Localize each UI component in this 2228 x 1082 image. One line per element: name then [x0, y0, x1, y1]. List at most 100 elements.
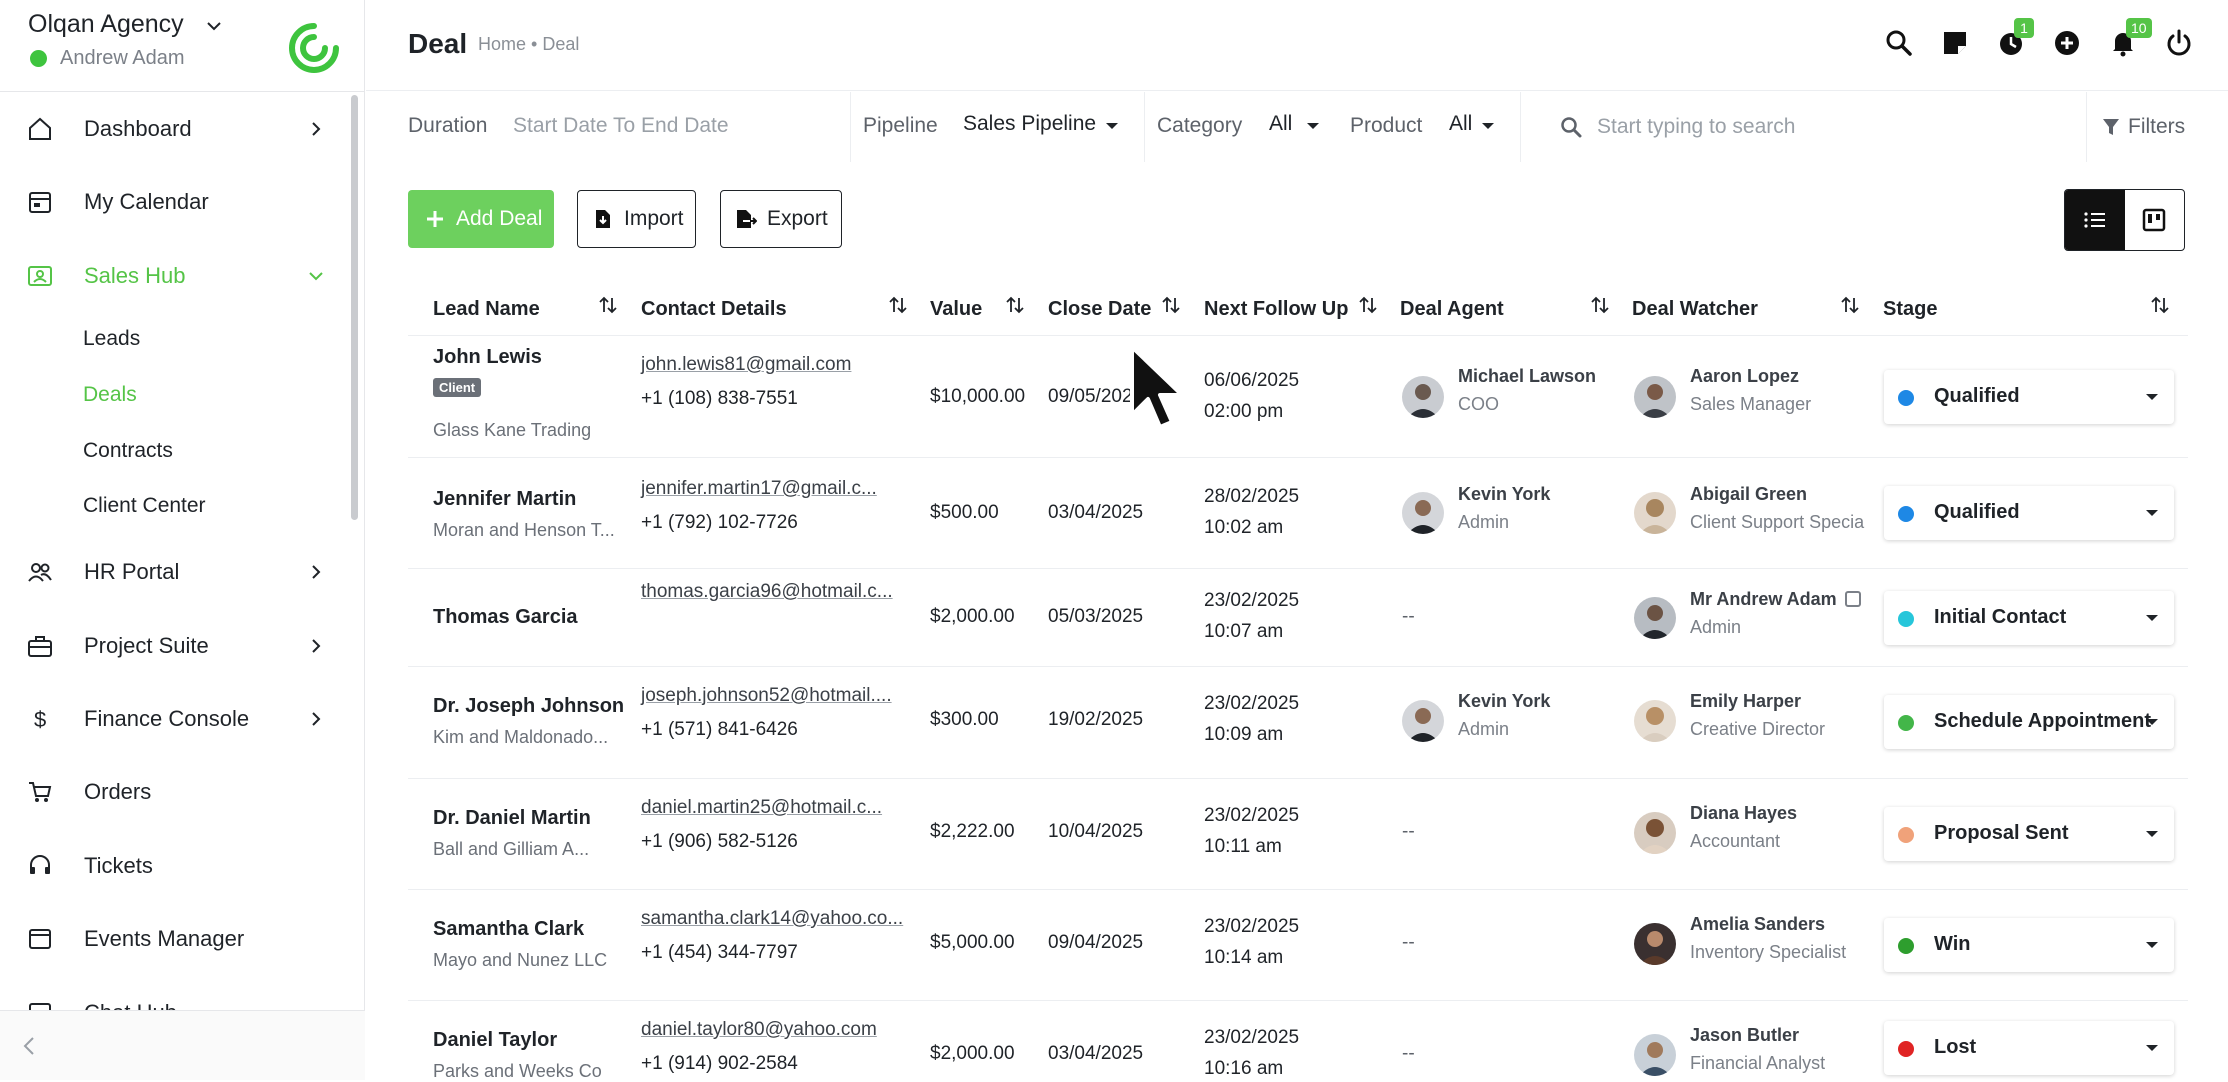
stage-color-dot — [1898, 827, 1914, 843]
stage-select[interactable]: Proposal Sent — [1884, 807, 2174, 861]
stage-select[interactable]: Lost — [1884, 1021, 2174, 1075]
column-header-close-date[interactable]: Close Date — [1048, 298, 1151, 321]
column-header-deal-agent[interactable]: Deal Agent — [1400, 298, 1504, 321]
sort-icon[interactable] — [1840, 294, 1860, 316]
contact-email[interactable]: john.lewis81@gmail.com — [641, 354, 851, 376]
sidebar-item-tickets[interactable]: Tickets — [0, 841, 345, 891]
filters-button-label: Filters — [2128, 115, 2186, 138]
sort-icon[interactable] — [1590, 294, 1610, 316]
lead-name[interactable]: Samantha Clark — [433, 918, 584, 941]
chevron-down-icon[interactable] — [204, 16, 224, 36]
stage-value: Qualified — [1934, 385, 2020, 407]
sort-icon[interactable] — [2150, 294, 2170, 316]
watcher-role: Sales Manager — [1690, 394, 1812, 414]
list-view-button[interactable] — [2065, 190, 2125, 250]
filters-button[interactable]: Filters — [2102, 110, 2185, 144]
collapse-sidebar-icon[interactable] — [18, 1033, 40, 1059]
stage-color-dot — [1898, 506, 1914, 522]
table-row[interactable]: Dr. Joseph Johnson Kim and Maldonado... … — [408, 667, 2188, 779]
follow-up-time: 10:14 am — [1204, 947, 1284, 968]
lead-name[interactable]: John Lewis — [433, 346, 542, 369]
contact-email[interactable]: samantha.clark14@yahoo.co... — [641, 908, 903, 930]
column-header-value[interactable]: Value — [930, 298, 982, 321]
headset-icon — [30, 855, 50, 874]
sort-icon[interactable] — [1161, 294, 1181, 316]
pipeline-select[interactable]: Sales Pipeline — [963, 112, 1096, 136]
contact-email[interactable]: thomas.garcia96@hotmail.c... — [641, 581, 893, 603]
stage-value: Lost — [1934, 1036, 1977, 1058]
caret-down-icon[interactable] — [1106, 123, 1118, 129]
column-header-deal-watcher[interactable]: Deal Watcher — [1632, 298, 1758, 321]
sidebar-scroll-thumb[interactable] — [351, 95, 358, 520]
table-row[interactable]: John Lewis Client Glass Kane Trading joh… — [408, 336, 2188, 458]
caret-down-icon[interactable] — [1482, 123, 1494, 129]
sticky-note-icon[interactable] — [1940, 28, 1970, 58]
sidebar-item-calendar[interactable]: My Calendar — [0, 177, 345, 227]
follow-up-time: 10:11 am — [1204, 836, 1282, 857]
sidebar-item-events-manager[interactable]: Events Manager — [0, 914, 345, 964]
sidebar-subitem-contracts[interactable]: Contracts — [83, 439, 173, 463]
column-header-next-follow-up[interactable]: Next Follow Up — [1204, 298, 1348, 321]
product-select[interactable]: All — [1449, 112, 1472, 136]
sidebar-subitem-leads[interactable]: Leads — [83, 327, 140, 351]
mouse-cursor-icon — [1130, 345, 1184, 429]
sidebar-divider — [0, 91, 365, 92]
table-row[interactable]: Dr. Daniel Martin Ball and Gilliam A... … — [408, 779, 2188, 890]
column-header-stage[interactable]: Stage — [1883, 298, 1937, 321]
watcher-role: Admin — [1690, 617, 1742, 637]
stage-select[interactable]: Schedule Appointment — [1884, 695, 2174, 749]
lead-name[interactable]: Daniel Taylor — [433, 1029, 557, 1052]
contact-email[interactable]: jennifer.martin17@gmail.c... — [641, 478, 877, 500]
sidebar-item-hr-portal[interactable]: HR Portal — [0, 547, 345, 597]
table-row[interactable]: Daniel Taylor Parks and Weeks Co daniel.… — [408, 1001, 2188, 1081]
sidebar-item-dashboard[interactable]: Dashboard — [0, 104, 345, 154]
sort-icon[interactable] — [1358, 294, 1378, 316]
sort-icon[interactable] — [598, 294, 618, 316]
workspace-switcher[interactable]: Olqan Agency Andrew Adam — [28, 10, 348, 80]
lead-name[interactable]: Dr. Daniel Martin — [433, 807, 591, 830]
sidebar-subitem-deals[interactable]: Deals — [83, 383, 137, 407]
category-select[interactable]: All — [1269, 112, 1292, 136]
contact-email[interactable]: daniel.taylor80@yahoo.com — [641, 1019, 877, 1041]
column-header-lead-name[interactable]: Lead Name — [433, 298, 540, 321]
import-button[interactable]: Import — [577, 190, 696, 248]
search-icon[interactable] — [1884, 28, 1914, 58]
kanban-view-button[interactable] — [2125, 190, 2185, 250]
sidebar-subitem-client-center[interactable]: Client Center — [83, 494, 206, 518]
search-input[interactable] — [1595, 108, 1975, 146]
table-row[interactable]: Thomas Garcia thomas.garcia96@hotmail.c.… — [408, 569, 2188, 667]
plus-circle-icon[interactable] — [2052, 28, 2082, 58]
lead-name[interactable]: Thomas Garcia — [433, 606, 578, 629]
sidebar-item-chat-hub[interactable]: Chat Hub — [0, 988, 345, 1010]
export-button[interactable]: Export — [720, 190, 842, 248]
watcher-name: Aaron Lopez — [1690, 366, 1800, 386]
sort-icon[interactable] — [888, 294, 908, 316]
power-icon[interactable] — [2164, 28, 2194, 58]
column-header-contact-details[interactable]: Contact Details — [641, 298, 787, 321]
table-row[interactable]: Samantha Clark Mayo and Nunez LLC samant… — [408, 890, 2188, 1001]
sort-icon[interactable] — [1005, 294, 1025, 316]
duration-date-range[interactable]: Start Date To End Date — [513, 114, 729, 138]
contact-email[interactable]: daniel.martin25@hotmail.c... — [641, 797, 882, 819]
stage-select[interactable]: Win — [1884, 918, 2174, 972]
follow-up-time: 10:16 am — [1204, 1058, 1284, 1079]
stage-color-dot — [1898, 715, 1914, 731]
sidebar-item-orders[interactable]: Orders — [0, 767, 345, 817]
chevron-down-icon — [309, 272, 323, 281]
deal-value: $5,000.00 — [930, 932, 1015, 953]
follow-up-time: 10:09 am — [1204, 724, 1284, 745]
sidebar-item-sales-hub[interactable]: Sales Hub — [0, 251, 345, 301]
caret-down-icon[interactable] — [1307, 123, 1319, 129]
lead-name[interactable]: Jennifer Martin — [433, 488, 576, 511]
sidebar-item-finance-console[interactable]: $ Finance Console — [0, 694, 345, 744]
breadcrumb[interactable]: Home • Deal — [478, 34, 579, 55]
stage-select[interactable]: Initial Contact — [1884, 591, 2174, 645]
contact-email[interactable]: joseph.johnson52@hotmail.... — [641, 685, 892, 707]
table-row[interactable]: Jennifer Martin Moran and Henson T... je… — [408, 458, 2188, 569]
watcher-name: Amelia Sanders — [1690, 914, 1826, 934]
stage-select[interactable]: Qualified — [1884, 486, 2174, 540]
lead-name[interactable]: Dr. Joseph Johnson — [433, 695, 624, 718]
add-deal-button[interactable]: Add Deal — [408, 190, 554, 248]
sidebar-item-project-suite[interactable]: Project Suite — [0, 621, 345, 671]
stage-select[interactable]: Qualified — [1884, 370, 2174, 424]
